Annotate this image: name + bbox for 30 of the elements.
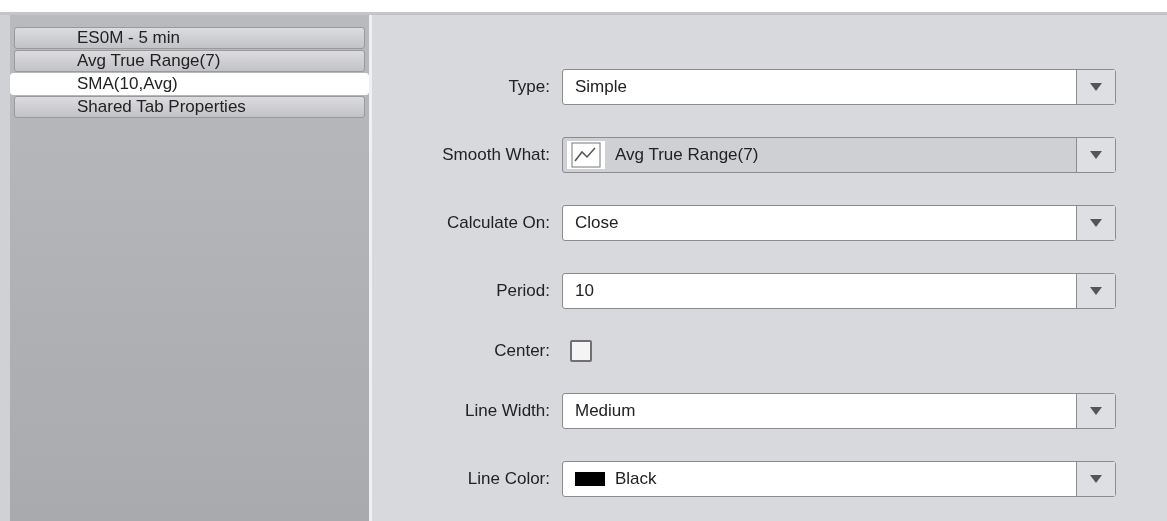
- field-label: Type:: [507, 77, 551, 97]
- field-label: Center:: [493, 341, 551, 361]
- field-label: Line Color:: [466, 469, 551, 489]
- dropdown-value: 10: [575, 281, 594, 301]
- side-tab[interactable]: Avg True Range(7): [14, 50, 365, 72]
- dropdown-value: Close: [575, 213, 619, 233]
- dropdown-arrow-icon: [1090, 407, 1102, 415]
- dropdown[interactable]: Black: [562, 461, 1116, 497]
- line-chart-icon: [571, 142, 601, 168]
- dropdown-arrow-icon: [1090, 475, 1102, 483]
- side-tab[interactable]: Shared Tab Properties: [14, 96, 365, 118]
- dropdown[interactable]: 10: [562, 273, 1116, 309]
- dropdown[interactable]: Close: [562, 205, 1116, 241]
- dropdown-value: Avg True Range(7): [615, 145, 759, 165]
- field-label: Calculate On:: [446, 213, 551, 233]
- field-label: Smooth What:: [441, 145, 551, 165]
- dropdown-arrow-icon: [1090, 83, 1102, 91]
- dropdown-arrow-icon: [1090, 151, 1102, 159]
- dropdown-value: Simple: [575, 77, 627, 97]
- field-label: Line Width:: [463, 401, 551, 421]
- dropdown-value: Black: [615, 469, 657, 489]
- dropdown-arrow-icon: [1090, 219, 1102, 227]
- side-tab[interactable]: SMA(10,Avg): [10, 73, 369, 95]
- dropdown[interactable]: Simple: [562, 69, 1116, 105]
- dropdown[interactable]: Medium: [562, 393, 1116, 429]
- center-checkbox[interactable]: [570, 340, 592, 362]
- field-label: Period:: [495, 281, 551, 301]
- dropdown-arrow-icon: [1090, 287, 1102, 295]
- dropdown-value: Medium: [575, 401, 636, 421]
- side-tab[interactable]: ES0M - 5 min: [14, 27, 365, 49]
